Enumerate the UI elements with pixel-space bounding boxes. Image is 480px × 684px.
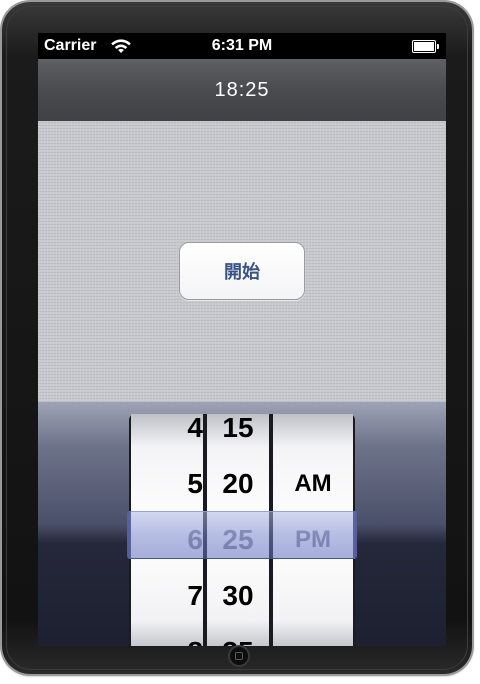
hour-option[interactable]: 8 <box>131 624 203 646</box>
minute-option-selected[interactable]: 25 <box>207 512 269 568</box>
battery-icon <box>412 40 439 53</box>
ampm-option[interactable]: AM <box>273 456 353 512</box>
device-frame: Carrier 6:31 PM 18:25 開始 4 5 6 7 8 <box>2 2 472 674</box>
start-button[interactable]: 開始 <box>179 242 305 300</box>
minute-wheel[interactable]: 15 20 25 30 35 <box>207 414 269 646</box>
hour-option-selected[interactable]: 6 <box>131 512 203 568</box>
ampm-wheel[interactable]: AM PM <box>273 414 353 646</box>
page-title: 18:25 <box>214 79 270 101</box>
status-time: 6:31 PM <box>211 37 273 54</box>
minute-option[interactable]: 30 <box>207 568 269 624</box>
hour-option[interactable]: 5 <box>131 456 203 512</box>
time-picker[interactable]: 4 5 6 7 8 15 20 25 30 35 AM PM <box>38 402 446 646</box>
hour-wheel[interactable]: 4 5 6 7 8 <box>131 414 203 646</box>
navigation-bar: 18:25 <box>38 59 446 122</box>
content-area: 開始 <box>38 121 446 402</box>
status-bar: Carrier 6:31 PM <box>38 33 446 59</box>
screen: Carrier 6:31 PM 18:25 開始 4 5 6 7 8 <box>38 33 446 646</box>
minute-option[interactable]: 35 <box>207 624 269 646</box>
minute-option[interactable]: 20 <box>207 456 269 512</box>
home-button[interactable] <box>228 645 250 667</box>
minute-option[interactable]: 15 <box>207 414 269 456</box>
hour-option[interactable]: 7 <box>131 568 203 624</box>
ampm-option-selected[interactable]: PM <box>273 512 353 568</box>
hour-option[interactable]: 4 <box>131 414 203 456</box>
